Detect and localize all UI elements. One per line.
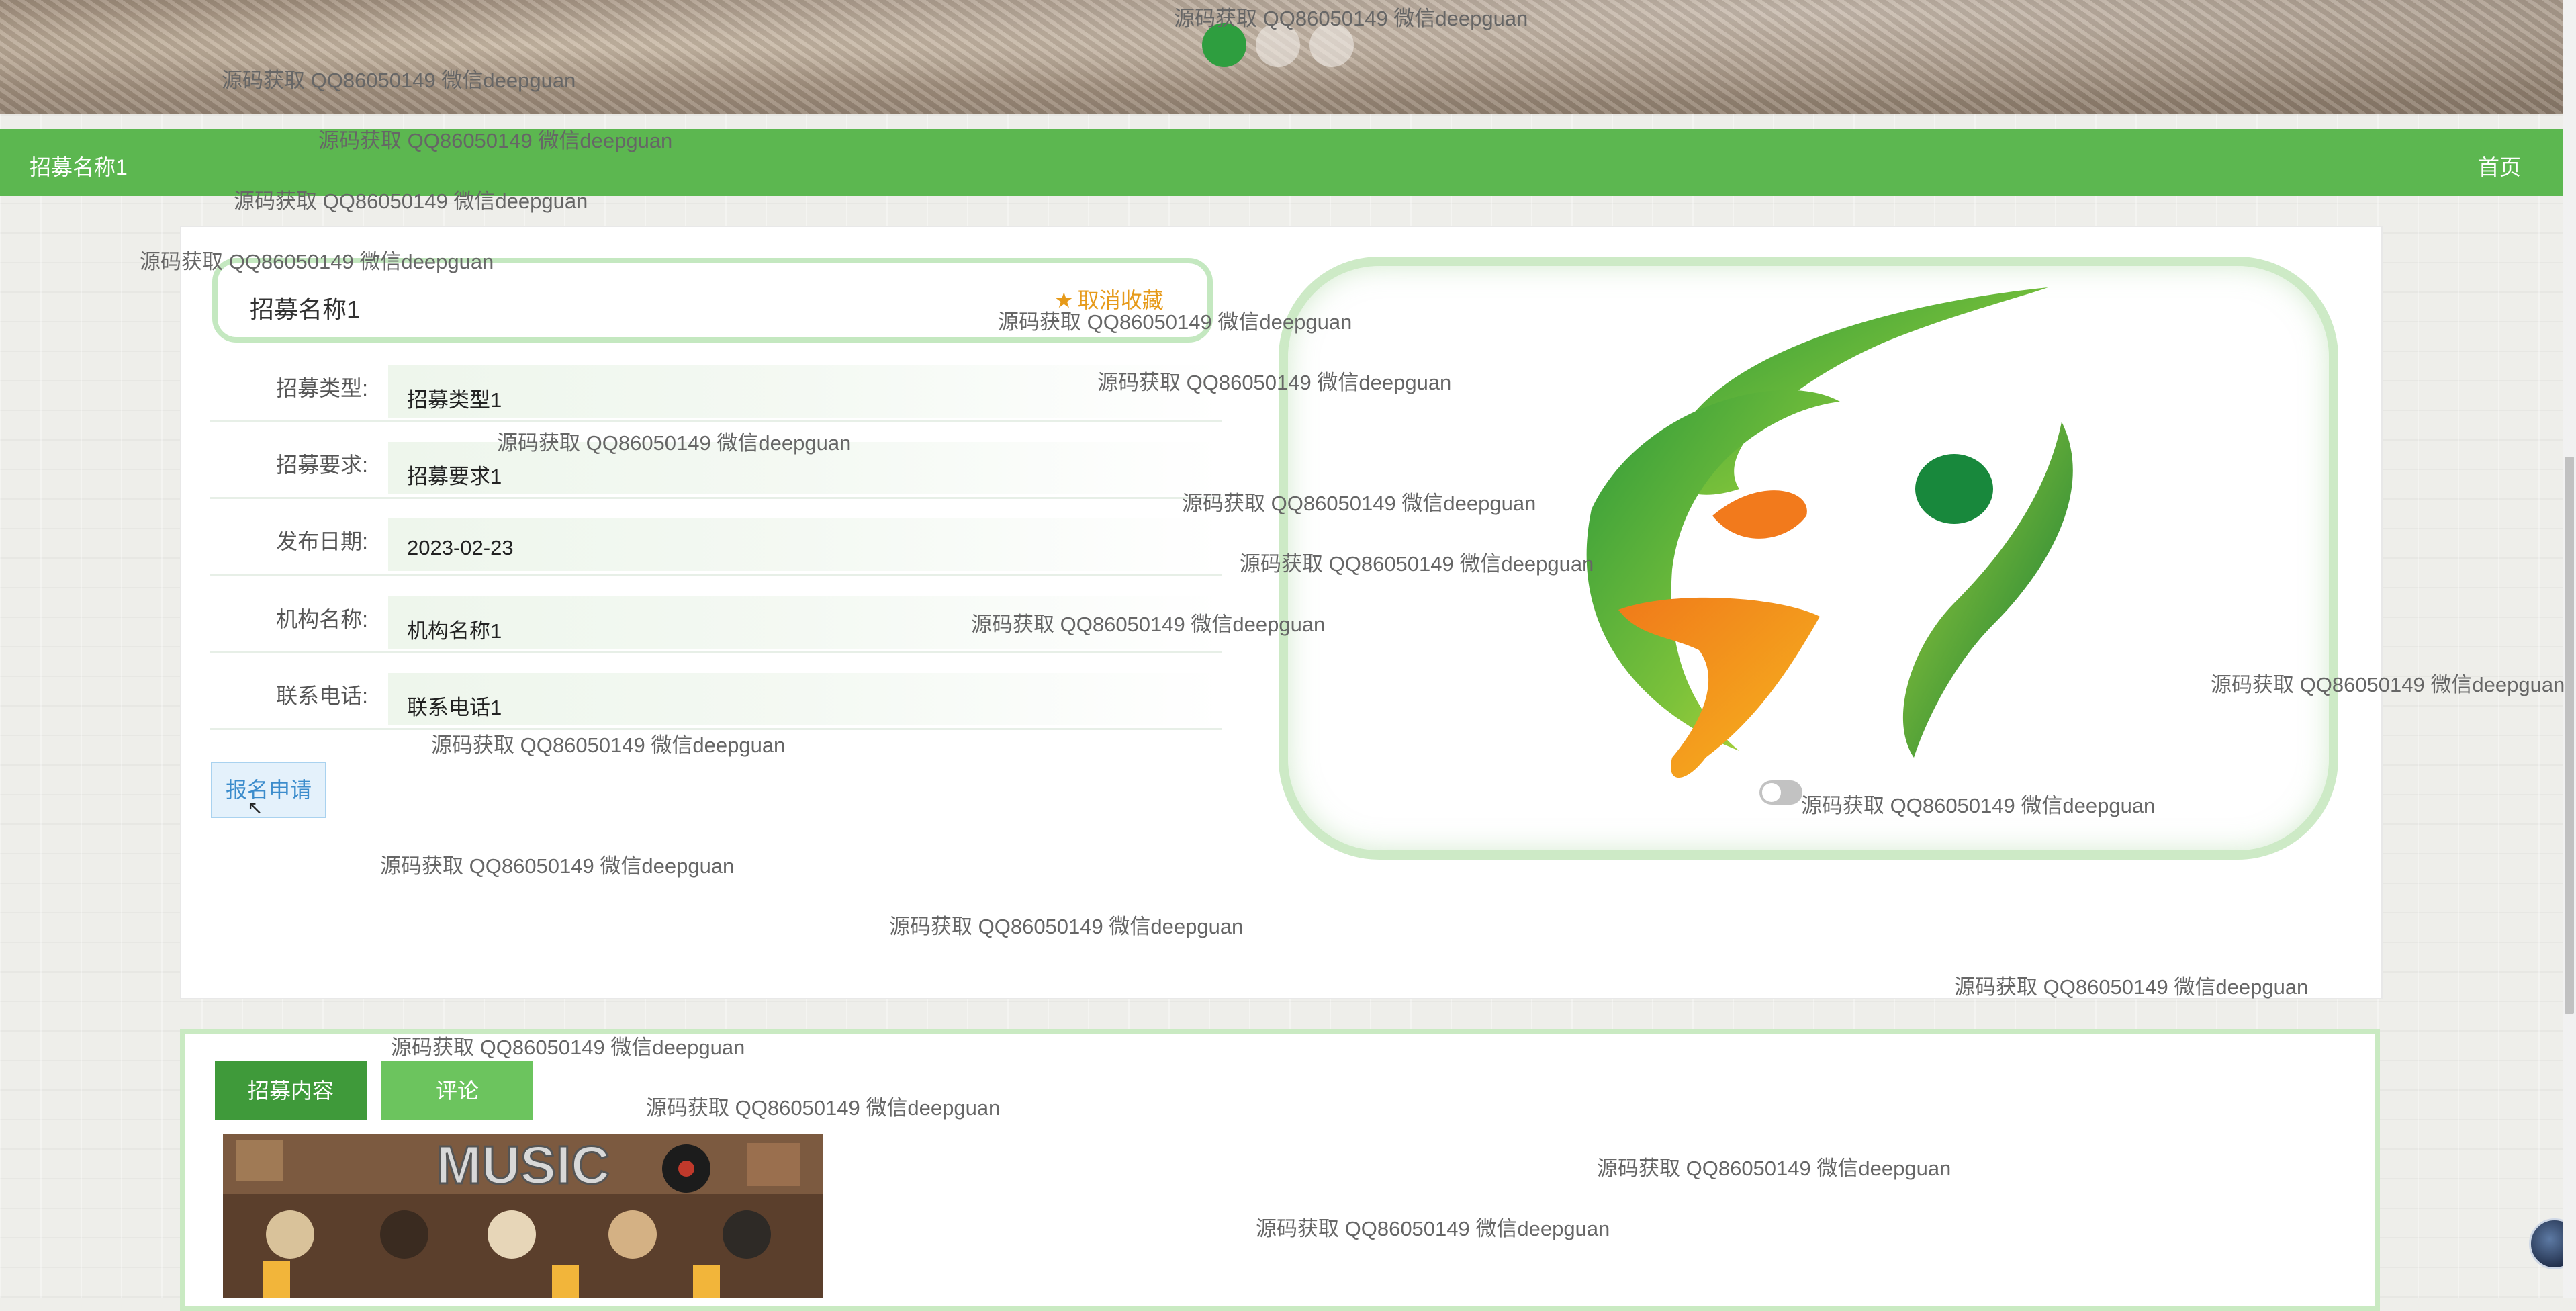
watermark-text: 源码获取 QQ86050149 微信deepguan: [1182, 492, 1536, 515]
info-label: 招募类型:: [276, 376, 368, 400]
info-label: 发布日期:: [276, 529, 368, 553]
music-sign: MUSIC: [436, 1135, 610, 1195]
watermark-text: 源码获取 QQ86050149 微信deepguan: [1097, 371, 1452, 394]
info-label: 联系电话:: [276, 684, 368, 708]
watermark-text: 源码获取 QQ86050149 微信deepguan: [380, 854, 735, 878]
scrollbar-thumb[interactable]: [2565, 457, 2574, 1014]
watermark-text: 源码获取 QQ86050149 微信deepguan: [646, 1096, 1001, 1120]
watermark-text: 源码获取 QQ86050149 微信deepguan: [1256, 1217, 1610, 1240]
mouse-cursor-icon: ↖: [247, 797, 263, 818]
watermark-text: 源码获取 QQ86050149 微信deepguan: [1597, 1157, 1951, 1180]
watermark-text: 源码获取 QQ86050149 微信deepguan: [971, 613, 1326, 636]
music-dogs-image: MUSIC: [223, 1134, 823, 1298]
watermark-text: 源码获取 QQ86050149 微信deepguan: [1954, 975, 2309, 999]
info-row-type: 招募类型: 招募类型1: [210, 360, 1222, 422]
watermark-text: 源码获取 QQ86050149 微信deepguan: [234, 189, 588, 213]
watermark-text: 源码获取 QQ86050149 微信deepguan: [222, 69, 576, 92]
watermark-text: 源码获取 QQ86050149 微信deepguan: [1174, 7, 1528, 30]
watermark-text: 源码获取 QQ86050149 微信deepguan: [431, 733, 786, 757]
info-value: 招募类型1: [407, 388, 502, 412]
info-value: 招募要求1: [407, 465, 502, 488]
watermark-text: 源码获取 QQ86050149 微信deepguan: [998, 310, 1352, 334]
apply-button[interactable]: 报名申请: [211, 762, 326, 818]
home-link[interactable]: 首页: [2478, 150, 2521, 181]
scrollbar[interactable]: [2563, 0, 2576, 1298]
image-toggle[interactable]: [1759, 780, 1802, 805]
info-row-phone: 联系电话: 联系电话1: [210, 668, 1222, 730]
watermark-text: 源码获取 QQ86050149 微信deepguan: [497, 431, 852, 455]
watermark-text: 源码获取 QQ86050149 微信deepguan: [391, 1036, 745, 1059]
tab-comments[interactable]: 评论: [381, 1061, 533, 1120]
watermark-text: 源码获取 QQ86050149 微信deepguan: [1240, 552, 1594, 576]
organization-logo: [1586, 287, 2073, 778]
info-row-date: 发布日期: 2023-02-23: [210, 513, 1222, 576]
recruit-name: 招募名称1: [250, 296, 361, 323]
info-label: 招募要求:: [276, 453, 368, 477]
info-value: 联系电话1: [407, 696, 502, 719]
content-image: MUSIC: [223, 1134, 823, 1298]
info-value: 2023-02-23: [407, 536, 514, 559]
watermark-text: 源码获取 QQ86050149 微信deepguan: [318, 129, 673, 152]
watermark-text: 源码获取 QQ86050149 微信deepguan: [2211, 673, 2565, 696]
tab-recruit-content[interactable]: 招募内容: [215, 1061, 367, 1120]
info-value: 机构名称1: [407, 619, 502, 643]
watermark-text: 源码获取 QQ86050149 微信deepguan: [140, 250, 494, 273]
watermark-text: 源码获取 QQ86050149 微信deepguan: [889, 915, 1244, 938]
page-title: 招募名称1: [30, 155, 128, 179]
watermark-text: 源码获取 QQ86050149 微信deepguan: [1801, 794, 2156, 817]
info-label: 机构名称:: [276, 607, 368, 631]
